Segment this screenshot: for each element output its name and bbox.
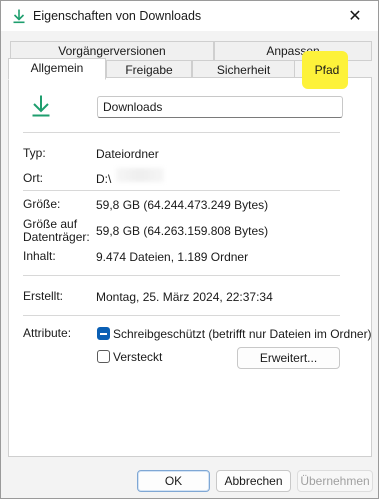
created-label: Erstellt: [23,289,64,303]
folder-name-input[interactable] [97,96,343,118]
download-arrow-icon [32,95,50,117]
apply-button[interactable]: Übernehmen [297,470,373,492]
tab-anpassen[interactable]: Anpassen [214,41,372,61]
properties-window: Eigenschaften von Downloads ✕ Vorgängerv… [0,0,379,499]
contents-label: Inhalt: [23,249,56,263]
readonly-checkbox[interactable] [97,327,110,340]
separator [23,190,340,191]
created-value: Montag, 25. März 2024, 22:37:34 [96,290,273,304]
size-on-disk-value: 59,8 GB (64.263.159.808 Bytes) [96,224,269,238]
window-title: Eigenschaften von Downloads [33,9,202,23]
size-value: 59,8 GB (64.244.473.249 Bytes) [96,198,269,212]
readonly-label[interactable]: Schreibgeschützt (betrifft nur Dateien i… [113,327,372,341]
title-bar[interactable]: Eigenschaften von Downloads ✕ [1,1,378,31]
contents-value: 9.474 Dateien, 1.189 Ordner [96,250,249,264]
cancel-button[interactable]: Abbrechen [216,470,291,492]
tab-label: Sicherheit [216,63,271,77]
close-button[interactable]: ✕ [332,1,378,31]
close-icon: ✕ [348,8,362,25]
tab-label: Freigabe [125,63,173,77]
tab-label: Pfad [314,63,340,77]
separator [23,315,340,316]
tab-allgemein[interactable]: Allgemein [8,58,106,80]
size-label: Größe: [23,197,61,211]
separator [23,132,340,133]
hidden-checkbox[interactable] [97,350,110,363]
tab-label: Vorgängerversionen [58,44,166,58]
tab-pfad[interactable]: Pfad [295,60,359,80]
tab-label: Allgemein [30,61,84,75]
hidden-label[interactable]: Versteckt [113,350,162,364]
general-panel: Typ: Dateiordner Ort: D:\ Größe: 59,8 GB… [8,77,372,457]
location-value: D:\ [96,172,112,186]
download-arrow-icon [13,9,25,24]
ok-button[interactable]: OK [137,470,210,492]
attributes-label: Attribute: [23,326,72,340]
type-label: Typ: [23,146,46,160]
size-on-disk-label-line2: Datenträger: [23,230,90,244]
redacted-path [116,168,164,182]
type-value: Dateiordner [96,147,159,161]
advanced-button[interactable]: Erweitert... [237,347,340,369]
separator [23,275,340,276]
location-label: Ort: [23,171,43,185]
